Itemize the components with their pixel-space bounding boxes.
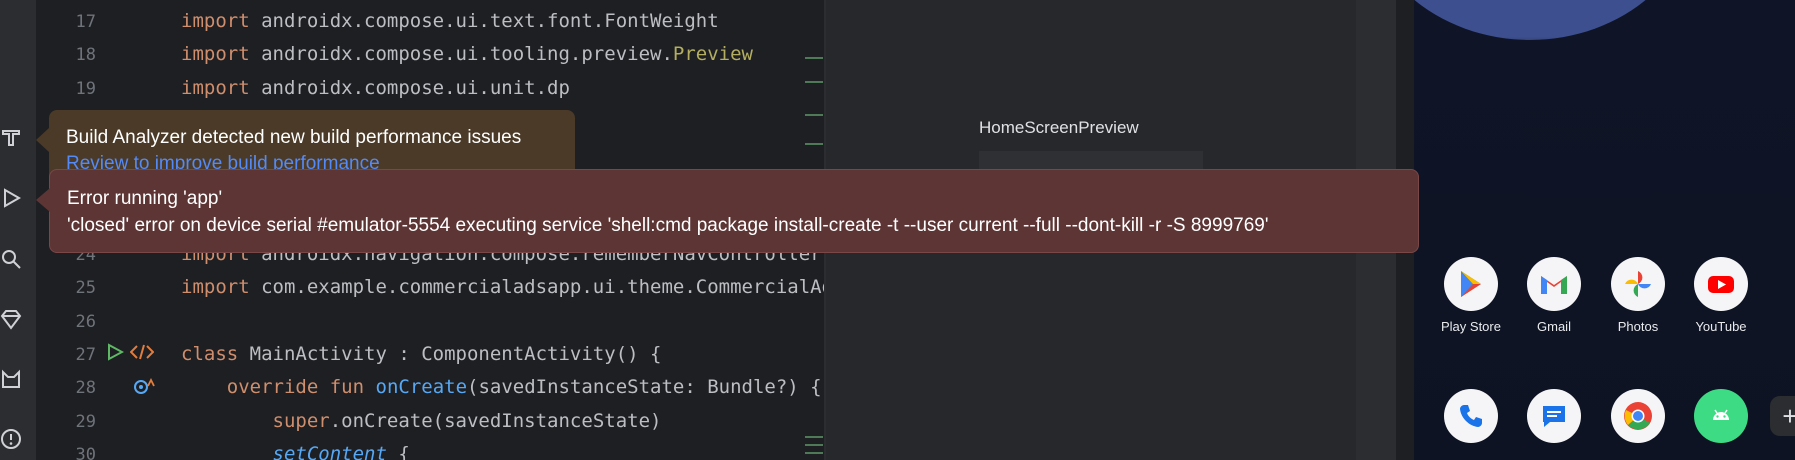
code-token: .onCreate(savedInstanceState) [329, 409, 662, 432]
code-token: import [181, 276, 250, 299]
play-store-icon[interactable] [1444, 257, 1498, 311]
code-line[interactable]: setContent { [181, 443, 410, 460]
line-number: 30 [75, 444, 96, 460]
phone-icon[interactable] [1444, 389, 1498, 443]
line-number: 28 [75, 378, 96, 399]
code-line[interactable]: import androidx.compose.ui.unit.dp [181, 77, 570, 99]
run-error-title: Error running 'app' [67, 188, 223, 209]
code-line[interactable]: import androidx.compose.ui.tooling.previ… [181, 43, 753, 65]
run-gutter-icon[interactable] [106, 343, 125, 361]
line-number: 27 [75, 345, 96, 365]
app-label-gmail: Gmail [1537, 319, 1571, 334]
code-line[interactable]: class MainActivity : ComponentActivity()… [181, 343, 661, 365]
code-token: (savedInstanceState: Bundle?) { [467, 376, 822, 399]
app-label-play-store: Play Store [1441, 319, 1501, 334]
code-line[interactable]: super.onCreate(savedInstanceState) [181, 409, 662, 432]
chrome-icon[interactable] [1611, 389, 1665, 443]
code-token: { [386, 442, 410, 460]
code-line[interactable]: import androidx.compose.ui.text.font.Fon… [181, 10, 719, 32]
youtube-icon[interactable] [1694, 257, 1748, 311]
line-number: 25 [75, 278, 96, 299]
code-token: com.example.commercialadsapp.ui.theme.Co… [261, 276, 826, 299]
run-error-notification: Error running 'app' 'closed' error on de… [36, 169, 1419, 253]
code-line[interactable]: override fun onCreate(savedInstanceState… [181, 376, 822, 398]
code-token: import [181, 43, 250, 66]
preview-title: HomeScreenPreview [979, 118, 1139, 137]
line-number: 19 [75, 78, 96, 99]
line-number: 17 [75, 12, 96, 32]
app-label-photos: Photos [1617, 319, 1659, 334]
code-token: androidx.compose.ui.text.font.FontWeight [249, 10, 719, 32]
code-token: androidx.compose.ui.unit.dp [249, 76, 570, 99]
override-target-icon[interactable] [133, 377, 155, 395]
add-button[interactable]: + [1770, 396, 1795, 436]
code-tag-icon[interactable] [129, 343, 155, 361]
gmail-icon[interactable] [1527, 257, 1581, 311]
code-line[interactable]: import com.example.commercialadsapp.ui.t… [181, 276, 826, 298]
photos-icon[interactable] [1611, 257, 1665, 311]
android-icon[interactable] [1694, 389, 1748, 443]
code-token: class [181, 343, 239, 365]
code-token: androidx.compose.ui.tooling.preview. [249, 43, 673, 66]
line-number: 29 [75, 411, 96, 432]
code-token: override fun [226, 376, 365, 399]
code-token: import [181, 10, 250, 32]
run-error-message: 'closed' error on device serial #emulato… [67, 215, 1269, 236]
code-token: import [181, 76, 250, 99]
code-token: onCreate [375, 376, 468, 399]
messages-icon[interactable] [1527, 389, 1581, 443]
line-number: 26 [75, 311, 96, 332]
line-number: 18 [75, 45, 96, 66]
code-token: MainActivity : ComponentActivity() { [238, 343, 662, 365]
app-label-youtube: YouTube [1695, 319, 1747, 334]
code-token: setContent [272, 442, 387, 460]
code-token: super [272, 409, 330, 432]
build-analyzer-message: Build Analyzer detected new build perfor… [66, 127, 522, 148]
code-token: Preview [672, 43, 753, 66]
